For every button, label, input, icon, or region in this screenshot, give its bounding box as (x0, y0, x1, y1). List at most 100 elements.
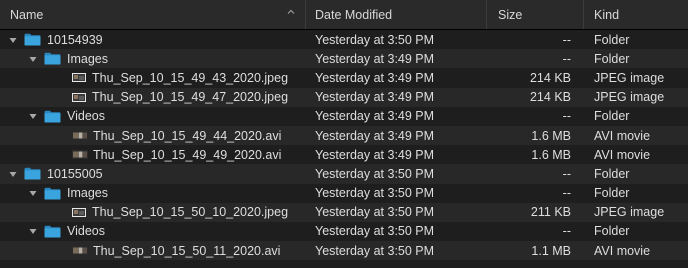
jpeg-thumbnail-icon (72, 73, 86, 83)
size-cell: 1.6 MB (531, 128, 571, 143)
folder-row[interactable]: Videos Yesterday at 3:49 PM -- Folder (0, 107, 688, 126)
date-modified-cell: Yesterday at 3:50 PM (315, 243, 435, 258)
kind-cell: AVI movie (594, 243, 651, 258)
item-name: Videos (67, 224, 105, 239)
column-header-kind[interactable]: Kind (584, 0, 688, 29)
item-name: Thu_Sep_10_15_49_49_2020.avi (93, 147, 282, 162)
column-header-date[interactable]: Date Modified (306, 0, 487, 29)
disclosure-triangle-icon[interactable] (28, 226, 38, 236)
kind-cell: Folder (594, 51, 630, 66)
file-row[interactable]: Thu_Sep_10_15_49_44_2020.avi Yesterday at… (0, 125, 688, 146)
kind-cell: AVI movie (594, 147, 651, 162)
date-modified-cell: Yesterday at 3:50 PM (315, 32, 435, 47)
item-name: Thu_Sep_10_15_49_47_2020.jpeg (92, 90, 289, 105)
avi-thumbnail-icon (72, 131, 88, 141)
file-row[interactable]: Thu_Sep_10_15_49_43_2020.jpeg Yesterday a… (0, 68, 688, 87)
sort-ascending-icon (287, 9, 295, 14)
size-cell: 214 KB (529, 70, 571, 85)
file-row[interactable]: Thu_Sep_10_15_50_10_2020.jpeg Yesterday a… (0, 202, 688, 222)
item-name: Thu_Sep_10_15_50_11_2020.avi (93, 243, 281, 258)
size-cell: 214 KB (529, 90, 571, 105)
name-cell: Thu_Sep_10_15_50_11_2020.avi (0, 241, 306, 260)
disclosure-triangle-icon[interactable] (28, 188, 38, 198)
kind-cell: Folder (594, 224, 630, 239)
size-cell: -- (562, 186, 571, 201)
kind-cell: Folder (594, 109, 630, 124)
folder-icon (24, 33, 41, 46)
file-row[interactable]: Thu_Sep_10_15_49_49_2020.avi Yesterday at… (0, 145, 688, 164)
name-cell: Videos (0, 107, 306, 126)
avi-thumbnail-icon (72, 150, 88, 160)
kind-cell: Folder (594, 166, 630, 181)
item-name: Thu_Sep_10_15_50_10_2020.jpeg (92, 205, 289, 220)
column-header-kind-label: Kind (594, 7, 620, 22)
name-cell: 10155005 (0, 164, 306, 183)
folder-icon (44, 225, 61, 238)
kind-cell: JPEG image (594, 205, 665, 220)
date-modified-cell: Yesterday at 3:49 PM (315, 90, 435, 105)
finder-list-view: Name Date Modified Size Kind 10154939 Yes… (0, 0, 688, 268)
disclosure-triangle-icon[interactable] (28, 54, 38, 64)
column-header-size-label: Size (498, 7, 523, 22)
name-cell: Thu_Sep_10_15_49_47_2020.jpeg (0, 88, 306, 107)
disclosure-triangle-icon[interactable] (28, 111, 38, 121)
item-name: Thu_Sep_10_15_49_44_2020.avi (93, 128, 282, 143)
kind-cell: Folder (594, 32, 630, 47)
folder-icon (44, 110, 61, 123)
name-cell: Thu_Sep_10_15_49_44_2020.avi (0, 126, 306, 145)
folder-row[interactable]: Videos Yesterday at 3:50 PM -- Folder (0, 222, 688, 241)
item-name: Images (67, 186, 108, 201)
folder-icon (24, 168, 41, 180)
column-header-date-label: Date Modified (315, 7, 393, 22)
name-cell: Videos (0, 222, 306, 241)
date-modified-cell: Yesterday at 3:49 PM (315, 147, 435, 162)
file-list: 10154939 Yesterday at 3:50 PM -- Folder Imag… (0, 30, 688, 261)
size-cell: -- (562, 32, 571, 47)
disclosure-triangle-icon[interactable] (8, 169, 18, 179)
date-modified-cell: Yesterday at 3:50 PM (315, 205, 435, 220)
date-modified-cell: Yesterday at 3:50 PM (315, 186, 435, 201)
jpeg-thumbnail-icon (72, 207, 86, 217)
name-cell: Thu_Sep_10_15_50_10_2020.jpeg (0, 203, 306, 222)
name-cell: Images (0, 49, 306, 68)
size-cell: 1.6 MB (531, 147, 571, 162)
date-modified-cell: Yesterday at 3:50 PM (315, 224, 435, 239)
name-cell: 10154939 (0, 30, 306, 49)
size-cell: -- (562, 224, 571, 239)
kind-cell: JPEG image (594, 90, 665, 105)
column-header-size[interactable]: Size (487, 0, 584, 29)
date-modified-cell: Yesterday at 3:49 PM (315, 51, 435, 66)
folder-icon (44, 53, 61, 65)
name-cell: Images (0, 184, 306, 203)
item-name: Thu_Sep_10_15_49_43_2020.jpeg (92, 70, 289, 85)
item-name: Videos (67, 109, 105, 124)
column-header-name[interactable]: Name (0, 0, 306, 29)
kind-cell: Folder (594, 186, 630, 201)
kind-cell: JPEG image (594, 70, 665, 85)
size-cell: 1.1 MB (531, 243, 571, 258)
item-name: 10155005 (47, 166, 103, 181)
disclosure-triangle-icon[interactable] (8, 35, 18, 45)
item-name: Images (67, 51, 108, 66)
size-cell: -- (562, 51, 571, 66)
folder-row[interactable]: 10155005 Yesterday at 3:50 PM -- Folder (0, 164, 688, 184)
jpeg-thumbnail-icon (72, 92, 86, 102)
item-name: 10154939 (47, 32, 103, 47)
kind-cell: AVI movie (594, 128, 651, 143)
date-modified-cell: Yesterday at 3:49 PM (315, 70, 435, 85)
date-modified-cell: Yesterday at 3:49 PM (315, 128, 435, 143)
folder-row[interactable]: 10154939 Yesterday at 3:50 PM -- Folder (0, 30, 688, 49)
file-row[interactable]: Thu_Sep_10_15_50_11_2020.avi Yesterday at… (0, 241, 688, 261)
name-cell: Thu_Sep_10_15_49_49_2020.avi (0, 145, 306, 164)
folder-icon (44, 187, 61, 200)
avi-thumbnail-icon (72, 246, 88, 256)
column-header-bar: Name Date Modified Size Kind (0, 0, 688, 30)
column-header-name-label: Name (10, 7, 44, 22)
date-modified-cell: Yesterday at 3:49 PM (315, 109, 435, 124)
folder-row[interactable]: Images Yesterday at 3:50 PM -- Folder (0, 184, 688, 203)
folder-row[interactable]: Images Yesterday at 3:49 PM -- Folder (0, 49, 688, 69)
size-cell: -- (562, 166, 571, 181)
size-cell: 211 KB (530, 205, 571, 220)
name-cell: Thu_Sep_10_15_49_43_2020.jpeg (0, 68, 306, 87)
file-row[interactable]: Thu_Sep_10_15_49_47_2020.jpeg Yesterday a… (0, 87, 688, 107)
